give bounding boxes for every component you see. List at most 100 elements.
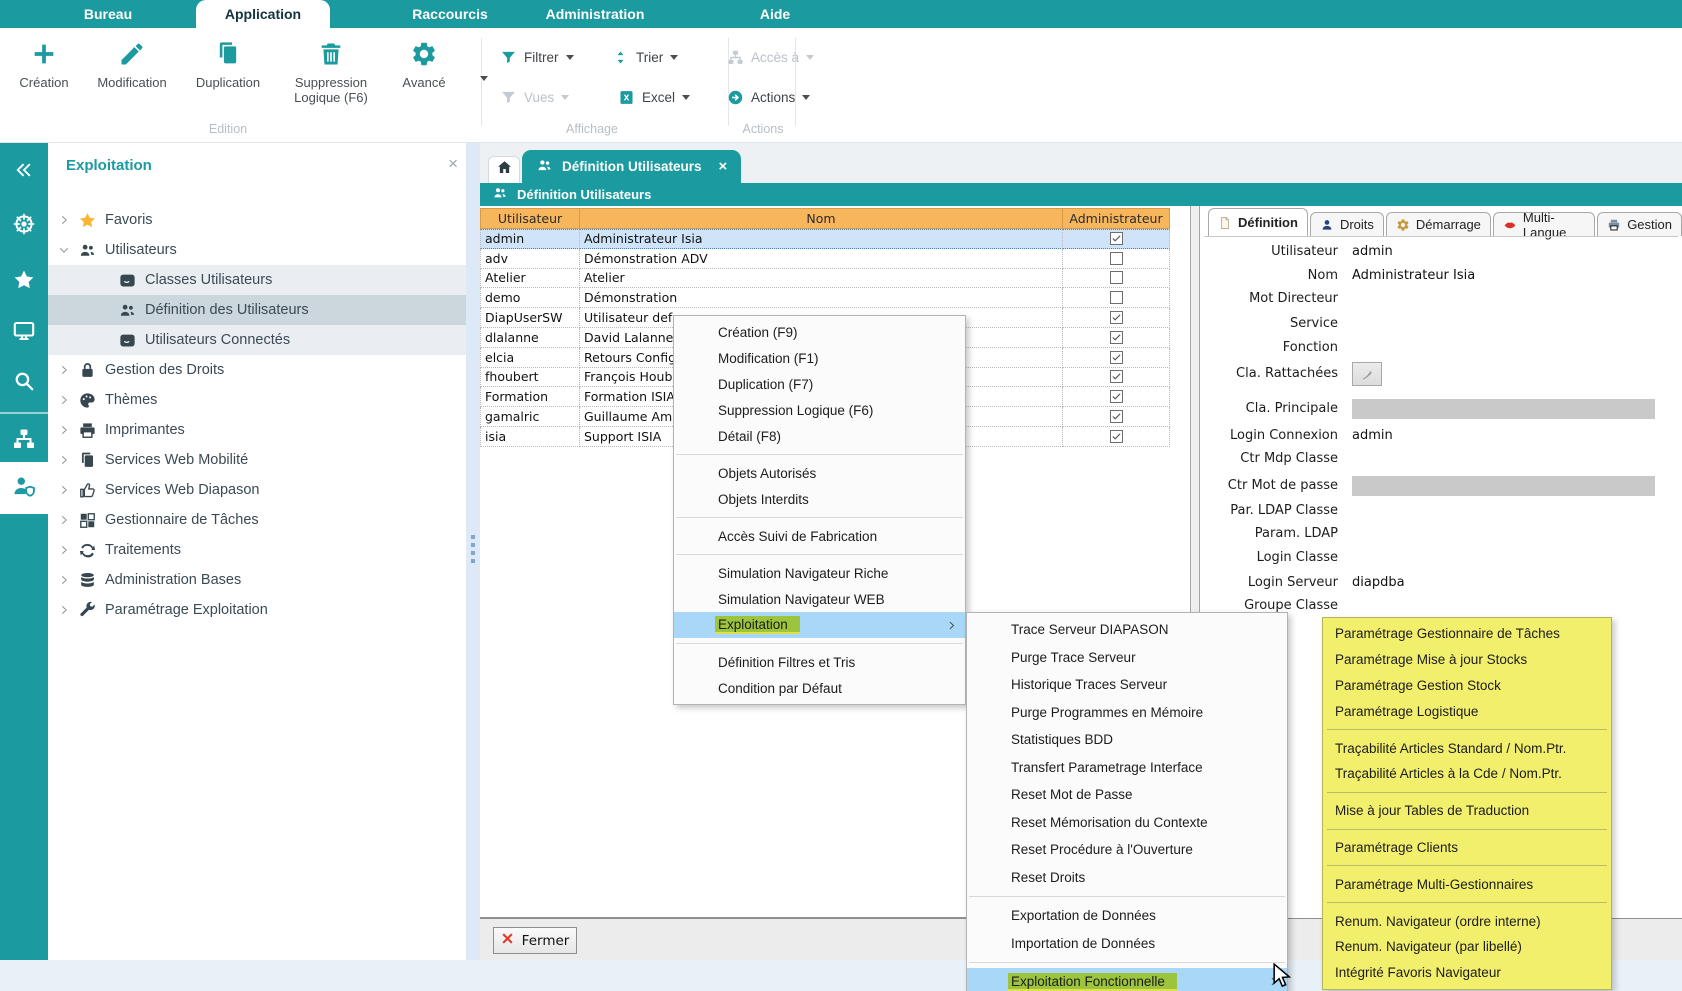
- menu-item-creation-f9[interactable]: Création (F9): [674, 319, 965, 345]
- menu-item-trace-serveur-diapason[interactable]: Trace Serveur DIAPASON: [967, 616, 1287, 644]
- menu-item-exploitation-fonctionnelle[interactable]: Exploitation Fonctionnelle: [967, 968, 1287, 991]
- chevron-right-icon[interactable]: [58, 364, 72, 376]
- chevron-right-icon[interactable]: [58, 574, 72, 586]
- field-input-ctr-mot-de-passe[interactable]: [1352, 476, 1655, 496]
- sidebar-item-gestionnaire-de-taches[interactable]: Gestionnaire de Tâches: [48, 505, 466, 535]
- chevron-right-icon[interactable]: [58, 484, 72, 496]
- actions-button[interactable]: Actions: [727, 86, 810, 108]
- checkbox-checked[interactable]: [1110, 331, 1123, 344]
- menu-item-simulation-navigateur-riche[interactable]: Simulation Navigateur Riche: [674, 560, 965, 586]
- menu-item-purge-trace-serveur[interactable]: Purge Trace Serveur: [967, 644, 1287, 672]
- chevron-right-icon[interactable]: [58, 544, 72, 556]
- menu-item-detail-f8[interactable]: Détail (F8): [674, 423, 965, 449]
- chevron-right-icon[interactable]: [58, 424, 72, 436]
- column-header-administrateur[interactable]: Administrateur: [1063, 208, 1170, 229]
- menu-tab-administration[interactable]: Administration: [546, 0, 645, 28]
- dropdown-caret-icon[interactable]: [566, 55, 574, 60]
- menu-item-objets-interdits[interactable]: Objets Interdits: [674, 486, 965, 512]
- menu-item-duplication-f7[interactable]: Duplication (F7): [674, 371, 965, 397]
- sidebar-item-services-web-mobilite[interactable]: Services Web Mobilité: [48, 445, 466, 475]
- chevron-right-icon[interactable]: [58, 394, 72, 406]
- modification-button[interactable]: Modification: [84, 40, 180, 90]
- tab-close-icon[interactable]: ×: [719, 160, 728, 174]
- menu-item-condition-par-defaut[interactable]: Condition par Défaut: [674, 675, 965, 701]
- menu-item-objets-autorises[interactable]: Objets Autorisés: [674, 460, 965, 486]
- excel-button[interactable]: Excel: [618, 86, 690, 108]
- close-view-button[interactable]: Fermer: [493, 927, 577, 954]
- sidebar-item-traitements[interactable]: Traitements: [48, 535, 466, 565]
- chevron-right-icon[interactable]: [58, 214, 72, 226]
- checkbox-checked[interactable]: [1110, 430, 1123, 443]
- menu-item-mise-a-jour-tables-de-traduction[interactable]: Mise à jour Tables de Traduction: [1323, 798, 1611, 824]
- menu-item-suppression-logique-f6[interactable]: Suppression Logique (F6): [674, 397, 965, 423]
- menu-item-integrite-favoris-navigateur[interactable]: Intégrité Favoris Navigateur: [1323, 960, 1611, 986]
- dropdown-caret-icon[interactable]: [480, 76, 488, 81]
- sidebar-item-imprimantes[interactable]: Imprimantes: [48, 415, 466, 445]
- menu-item-reset-droits[interactable]: Reset Droits: [967, 864, 1287, 892]
- sidebar-item-utilisateurs[interactable]: Utilisateurs: [48, 235, 466, 265]
- menu-tab-aide[interactable]: Aide: [760, 0, 790, 28]
- checkbox-checked[interactable]: [1110, 351, 1123, 364]
- menu-item-renum-navigateur-ordre-interne[interactable]: Renum. Navigateur (ordre interne): [1323, 908, 1611, 934]
- menu-item-tracabilite-articles-a-la-cde-nom-ptr[interactable]: Traçabilité Articles à la Cde / Nom.Ptr.: [1323, 761, 1611, 787]
- menu-tab-bureau[interactable]: Bureau: [84, 0, 132, 28]
- rail-item-sitemap-icon[interactable]: [0, 419, 48, 463]
- checkbox-checked[interactable]: [1110, 370, 1123, 383]
- detail-tab-definition[interactable]: Définition: [1208, 208, 1308, 236]
- checkbox-checked[interactable]: [1110, 232, 1123, 245]
- sidebar-item-parametrage-exploitation[interactable]: Paramétrage Exploitation: [48, 595, 466, 625]
- checkbox-unchecked[interactable]: [1110, 252, 1123, 265]
- detail-tab-gestion[interactable]: Gestion: [1597, 212, 1682, 236]
- checkbox-checked[interactable]: [1110, 311, 1123, 324]
- sidebar-splitter[interactable]: [466, 143, 480, 960]
- sidebar-item-favoris[interactable]: Favoris: [48, 205, 466, 235]
- table-row-atelier[interactable]: AtelierAtelier: [480, 269, 1170, 289]
- rail-item-search-icon[interactable]: [0, 361, 48, 405]
- sidebar-item-definition-des-utilisateurs[interactable]: Définition des Utilisateurs: [48, 295, 466, 325]
- menu-item-simulation-navigateur-web[interactable]: Simulation Navigateur WEB: [674, 586, 965, 612]
- menu-item-tracabilite-articles-standard-nom-ptr[interactable]: Traçabilité Articles Standard / Nom.Ptr.: [1323, 735, 1611, 761]
- checkbox-checked[interactable]: [1110, 390, 1123, 403]
- chevron-down-icon[interactable]: [58, 244, 72, 256]
- table-row-adv[interactable]: advDémonstration ADV: [480, 249, 1170, 269]
- home-tab[interactable]: [488, 156, 520, 183]
- rail-item-monitor-icon[interactable]: [0, 311, 48, 355]
- sidebar-close-icon[interactable]: ×: [448, 154, 458, 174]
- chevron-right-icon[interactable]: [58, 454, 72, 466]
- detail-tab-multi-langue[interactable]: Multi-Langue: [1493, 212, 1595, 236]
- column-header-nom[interactable]: Nom: [580, 208, 1063, 229]
- menu-item-exploitation[interactable]: Exploitation: [674, 612, 965, 638]
- sidebar-item-gestion-des-droits[interactable]: Gestion des Droits: [48, 355, 466, 385]
- menu-item-reset-procedure-a-l-ouverture[interactable]: Reset Procédure à l'Ouverture: [967, 836, 1287, 864]
- menu-item-acces-suivi-de-fabrication[interactable]: Accès Suivi de Fabrication: [674, 523, 965, 549]
- table-row-admin[interactable]: adminAdministrateur Isia: [480, 229, 1170, 249]
- avance-button[interactable]: Avancé: [376, 40, 472, 90]
- column-header-utilisateur[interactable]: Utilisateur: [480, 208, 580, 229]
- sidebar-item-utilisateurs-connectes[interactable]: Utilisateurs Connectés: [48, 325, 466, 355]
- menu-item-purge-programmes-en-memoire[interactable]: Purge Programmes en Mémoire: [967, 699, 1287, 727]
- menu-tab-application[interactable]: Application: [196, 0, 330, 28]
- sidebar-item-themes[interactable]: Thèmes: [48, 385, 466, 415]
- menu-item-parametrage-logistique[interactable]: Paramétrage Logistique: [1323, 698, 1611, 724]
- sidebar-item-services-web-diapason[interactable]: Services Web Diapason: [48, 475, 466, 505]
- creation-button[interactable]: Création: [0, 40, 92, 90]
- rail-item-wheel-icon[interactable]: [0, 204, 48, 248]
- menu-item-exportation-de-donnees[interactable]: Exportation de Données: [967, 902, 1287, 930]
- field-input-cla-principale[interactable]: [1352, 399, 1655, 419]
- menu-item-reset-memorisation-du-contexte[interactable]: Reset Mémorisation du Contexte: [967, 809, 1287, 837]
- menu-item-importation-de-donnees[interactable]: Importation de Données: [967, 930, 1287, 958]
- checkbox-unchecked[interactable]: [1110, 291, 1123, 304]
- chevron-right-icon[interactable]: [58, 604, 72, 616]
- menu-item-definition-filtres-et-tris[interactable]: Définition Filtres et Tris: [674, 649, 965, 675]
- suppression-logique-f6-button[interactable]: Suppression Logique (F6): [283, 40, 379, 105]
- detail-tab-demarrage[interactable]: Démarrage: [1386, 212, 1491, 236]
- menu-item-parametrage-clients[interactable]: Paramétrage Clients: [1323, 835, 1611, 861]
- menu-item-statistiques-bdd[interactable]: Statistiques BDD: [967, 726, 1287, 754]
- rail-item-chevrons-left-icon[interactable]: [0, 150, 48, 194]
- dropdown-caret-icon[interactable]: [561, 95, 569, 100]
- menu-item-historique-traces-serveur[interactable]: Historique Traces Serveur: [967, 671, 1287, 699]
- filtrer-button[interactable]: Filtrer: [500, 46, 574, 68]
- acces-a-button[interactable]: Accès à: [727, 46, 814, 68]
- menu-tab-raccourcis[interactable]: Raccourcis: [412, 0, 487, 28]
- menu-item-renum-navigateur-par-libelle[interactable]: Renum. Navigateur (par libellé): [1323, 934, 1611, 960]
